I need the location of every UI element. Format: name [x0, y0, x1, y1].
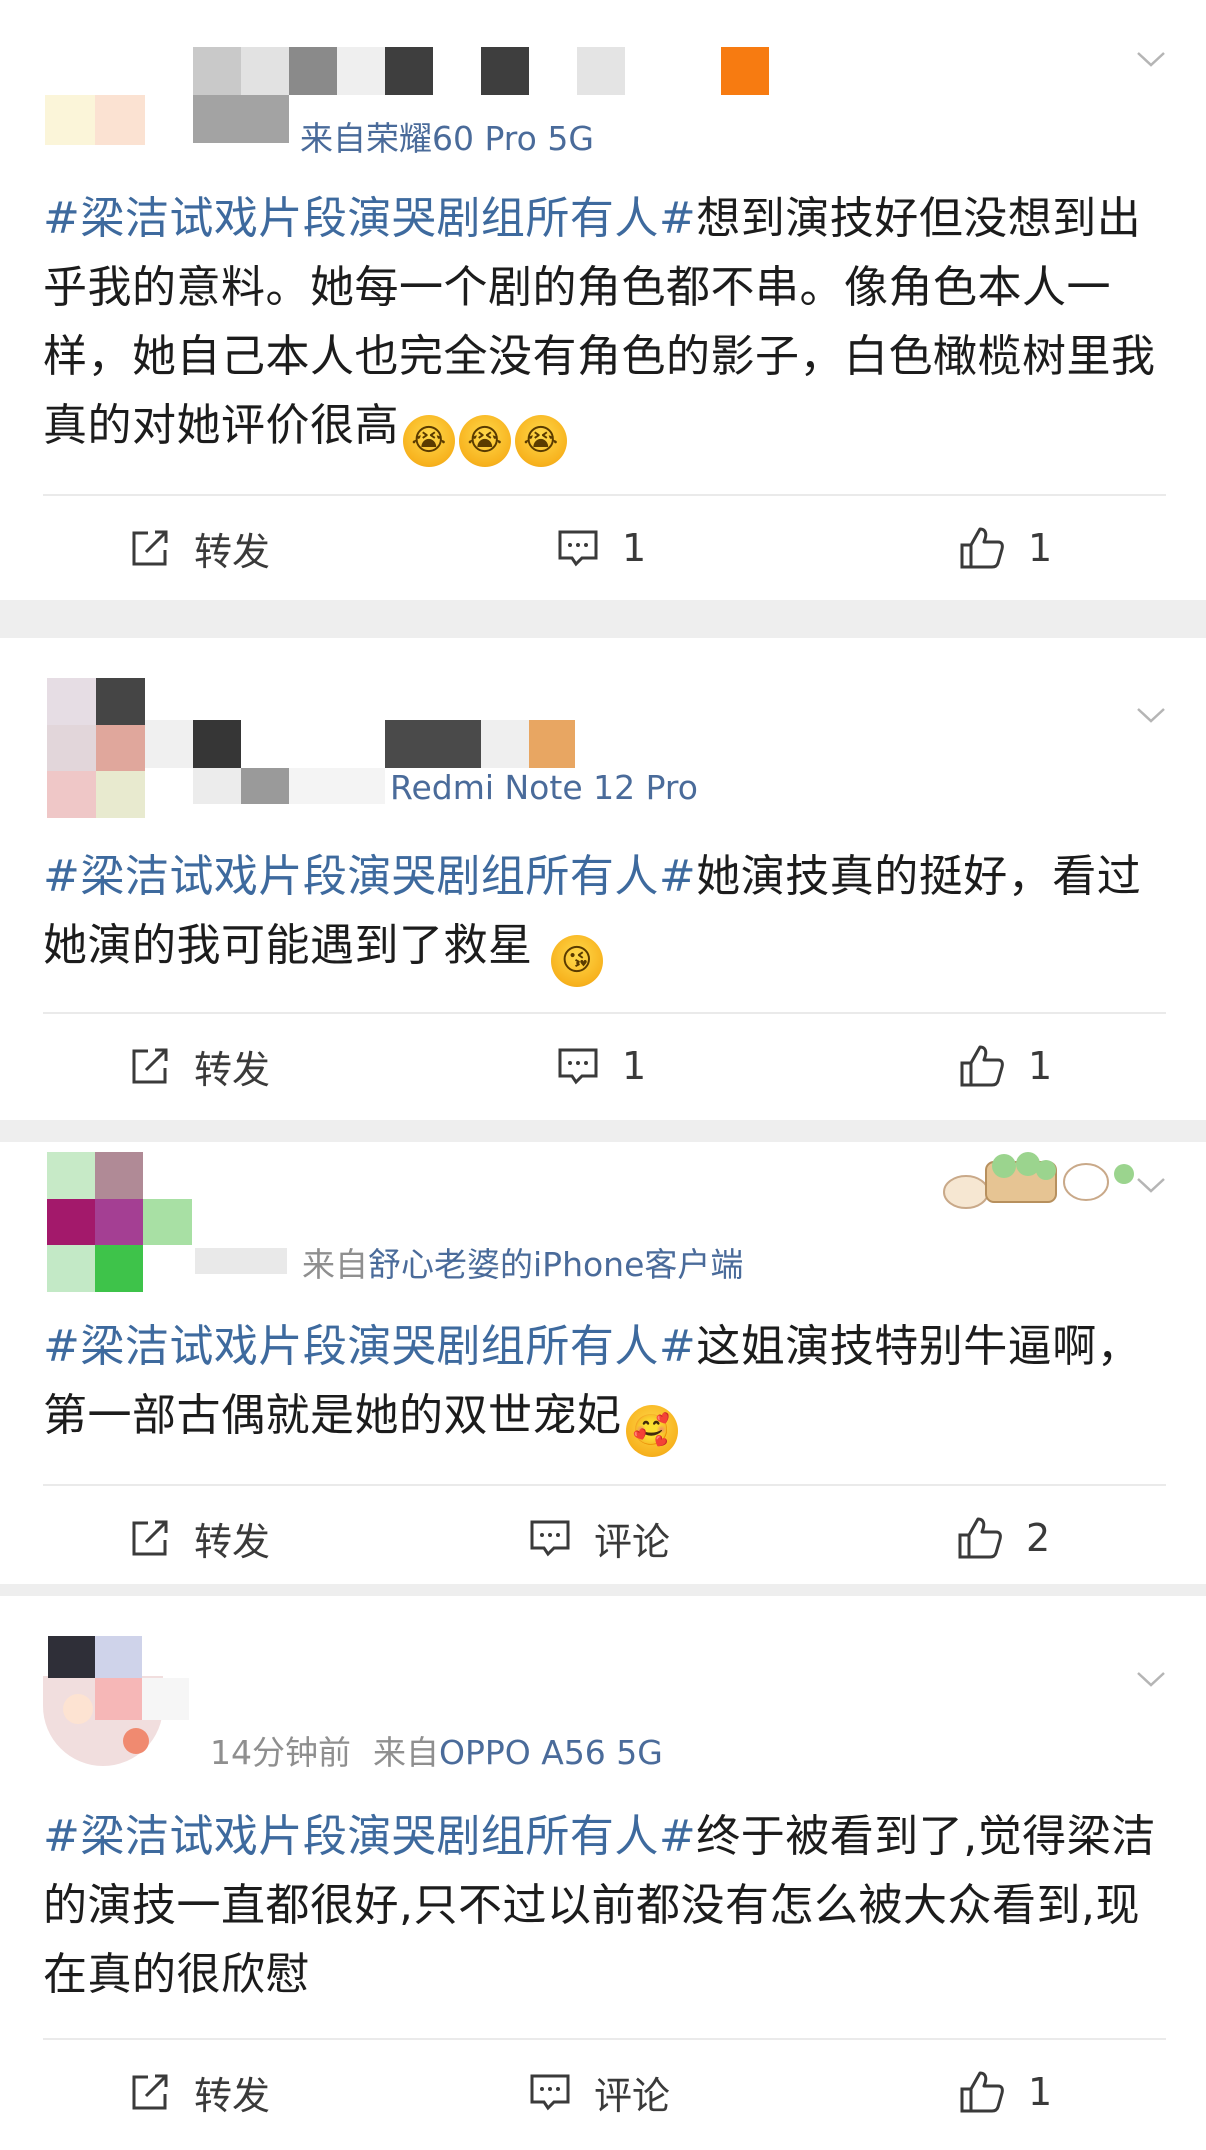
share-icon [132, 2074, 168, 2110]
chevron-down-icon[interactable] [1136, 44, 1166, 74]
comment-button[interactable]: 评论 [528, 2062, 670, 2122]
action-bar: 转发 1 1 [0, 518, 1206, 578]
weibo-comment-feed: 来自荣耀60 Pro 5G #梁洁试戏片段演哭剧组所有人#想到演技好但没想到出乎… [0, 0, 1206, 2150]
repost-button[interactable]: 转发 [128, 2062, 270, 2122]
comment-body: #梁洁试戏片段演哭剧组所有人#她演技真的挺好，看过她演的我可能遇到了救星 😘 [43, 842, 1173, 987]
comment-body: #梁洁试戏片段演哭剧组所有人#这姐演技特别牛逼啊，第一部古偶就是她的双世宠妃 🥰 [43, 1312, 1173, 1457]
post-time: 14分钟前 [210, 1733, 351, 1772]
repost-button[interactable]: 转发 [128, 1508, 270, 1568]
comment-card: 来自荣耀60 Pro 5G #梁洁试戏片段演哭剧组所有人#想到演技好但没想到出乎… [0, 0, 1206, 600]
source-prefix: 来自 [302, 1245, 368, 1284]
kiss-emoji-icon: 😘 [551, 935, 603, 987]
share-icon [132, 1520, 168, 1556]
comment-body: #梁洁试戏片段演哭剧组所有人#终于被看到了,觉得梁洁的演技一直都很好,只不过以前… [43, 1802, 1173, 2009]
like-button[interactable]: 1 [958, 518, 1052, 578]
share-icon [132, 530, 168, 566]
comment-button[interactable]: 1 [556, 1036, 646, 1096]
action-bar: 转发 评论 1 [0, 2062, 1206, 2122]
post-meta: 来自舒心老婆的iPhone客户端 [302, 1238, 743, 1286]
avatar[interactable] [47, 678, 145, 818]
action-bar: 转发 1 1 [0, 1036, 1206, 1096]
repost-label: 转发 [194, 1519, 271, 1564]
divider [43, 2038, 1166, 2040]
device-source[interactable]: 舒心老婆的iPhone客户端 [368, 1245, 743, 1284]
device-source[interactable]: 来自荣耀60 Pro 5G [300, 119, 594, 158]
blushing-emoji-icon: 🥰 [625, 1405, 678, 1457]
avatar[interactable] [43, 1636, 193, 1766]
chevron-down-icon[interactable] [1136, 1664, 1166, 1694]
like-count: 1 [1028, 2070, 1053, 2114]
comment-icon [530, 2074, 570, 2111]
sticker-decoration [943, 1152, 1134, 1209]
divider [43, 494, 1166, 496]
comment-card: 来自舒心老婆的iPhone客户端 #梁洁试戏片段演哭剧组所有人#这姐演技特别牛逼… [0, 1142, 1206, 1584]
source-prefix: 来自 [373, 1733, 439, 1772]
thumbs-up-icon [958, 1517, 1002, 1559]
comment-card: Redmi Note 12 Pro #梁洁试戏片段演哭剧组所有人#她演技真的挺好… [0, 638, 1206, 1120]
card-separator [0, 600, 1206, 638]
device-source[interactable]: Redmi Note 12 Pro [390, 768, 698, 807]
avatar[interactable] [45, 95, 145, 145]
avatar[interactable] [47, 1152, 192, 1292]
comment-button[interactable]: 评论 [528, 1508, 670, 1568]
post-meta: 来自荣耀60 Pro 5G [300, 112, 594, 160]
thumbs-up-icon [960, 527, 1004, 569]
like-button[interactable]: 2 [956, 1508, 1050, 1568]
repost-label: 转发 [194, 529, 271, 574]
divider [43, 1012, 1166, 1014]
like-button[interactable]: 1 [958, 2062, 1052, 2122]
crying-emoji-icon: 😭 [515, 415, 567, 467]
comment-icon [558, 1048, 598, 1085]
comment-body: #梁洁试戏片段演哭剧组所有人#想到演技好但没想到出乎我的意料。她每一个剧的角色都… [43, 184, 1173, 467]
comment-count: 1 [622, 1044, 647, 1088]
hashtag-link[interactable]: #梁洁试戏片段演哭剧组所有人# [43, 193, 696, 244]
comment-icon [558, 530, 598, 567]
comment-count: 1 [622, 526, 647, 570]
card-separator [0, 1584, 1206, 1596]
chevron-down-icon[interactable] [1136, 700, 1166, 730]
username-mosaic[interactable] [195, 1248, 287, 1274]
crying-emoji-icon: 😭 [403, 415, 455, 467]
hashtag-link[interactable]: #梁洁试戏片段演哭剧组所有人# [43, 1811, 696, 1862]
card-separator [0, 1120, 1206, 1142]
post-meta: Redmi Note 12 Pro [390, 768, 698, 807]
share-icon [132, 1048, 168, 1084]
thumbs-up-icon [960, 1045, 1004, 1087]
repost-label: 转发 [194, 2073, 271, 2118]
repost-button[interactable]: 转发 [128, 518, 270, 578]
comment-icon [530, 1520, 570, 1557]
divider [43, 1484, 1166, 1486]
action-bar: 转发 评论 2 [0, 1508, 1206, 1568]
thumbs-up-icon [960, 2071, 1004, 2113]
like-button[interactable]: 1 [958, 1036, 1052, 1096]
like-count: 1 [1028, 1044, 1053, 1088]
hashtag-link[interactable]: #梁洁试戏片段演哭剧组所有人# [43, 851, 696, 902]
repost-button[interactable]: 转发 [128, 1036, 270, 1096]
comment-label: 评论 [594, 2073, 671, 2118]
device-source[interactable]: OPPO A56 5G [439, 1733, 663, 1772]
comment-button[interactable]: 1 [556, 518, 646, 578]
chevron-down-icon[interactable] [1136, 1170, 1166, 1200]
comment-card: 14分钟前 来自OPPO A56 5G #梁洁试戏片段演哭剧组所有人#终于被看到了… [0, 1596, 1206, 2150]
crying-emoji-icon: 😭 [459, 415, 511, 467]
comment-label: 评论 [594, 1519, 671, 1564]
post-meta: 14分钟前 来自OPPO A56 5G [210, 1726, 663, 1774]
like-count: 1 [1028, 526, 1053, 570]
hashtag-link[interactable]: #梁洁试戏片段演哭剧组所有人# [43, 1321, 696, 1372]
like-count: 2 [1026, 1516, 1051, 1560]
repost-label: 转发 [194, 1047, 271, 1092]
